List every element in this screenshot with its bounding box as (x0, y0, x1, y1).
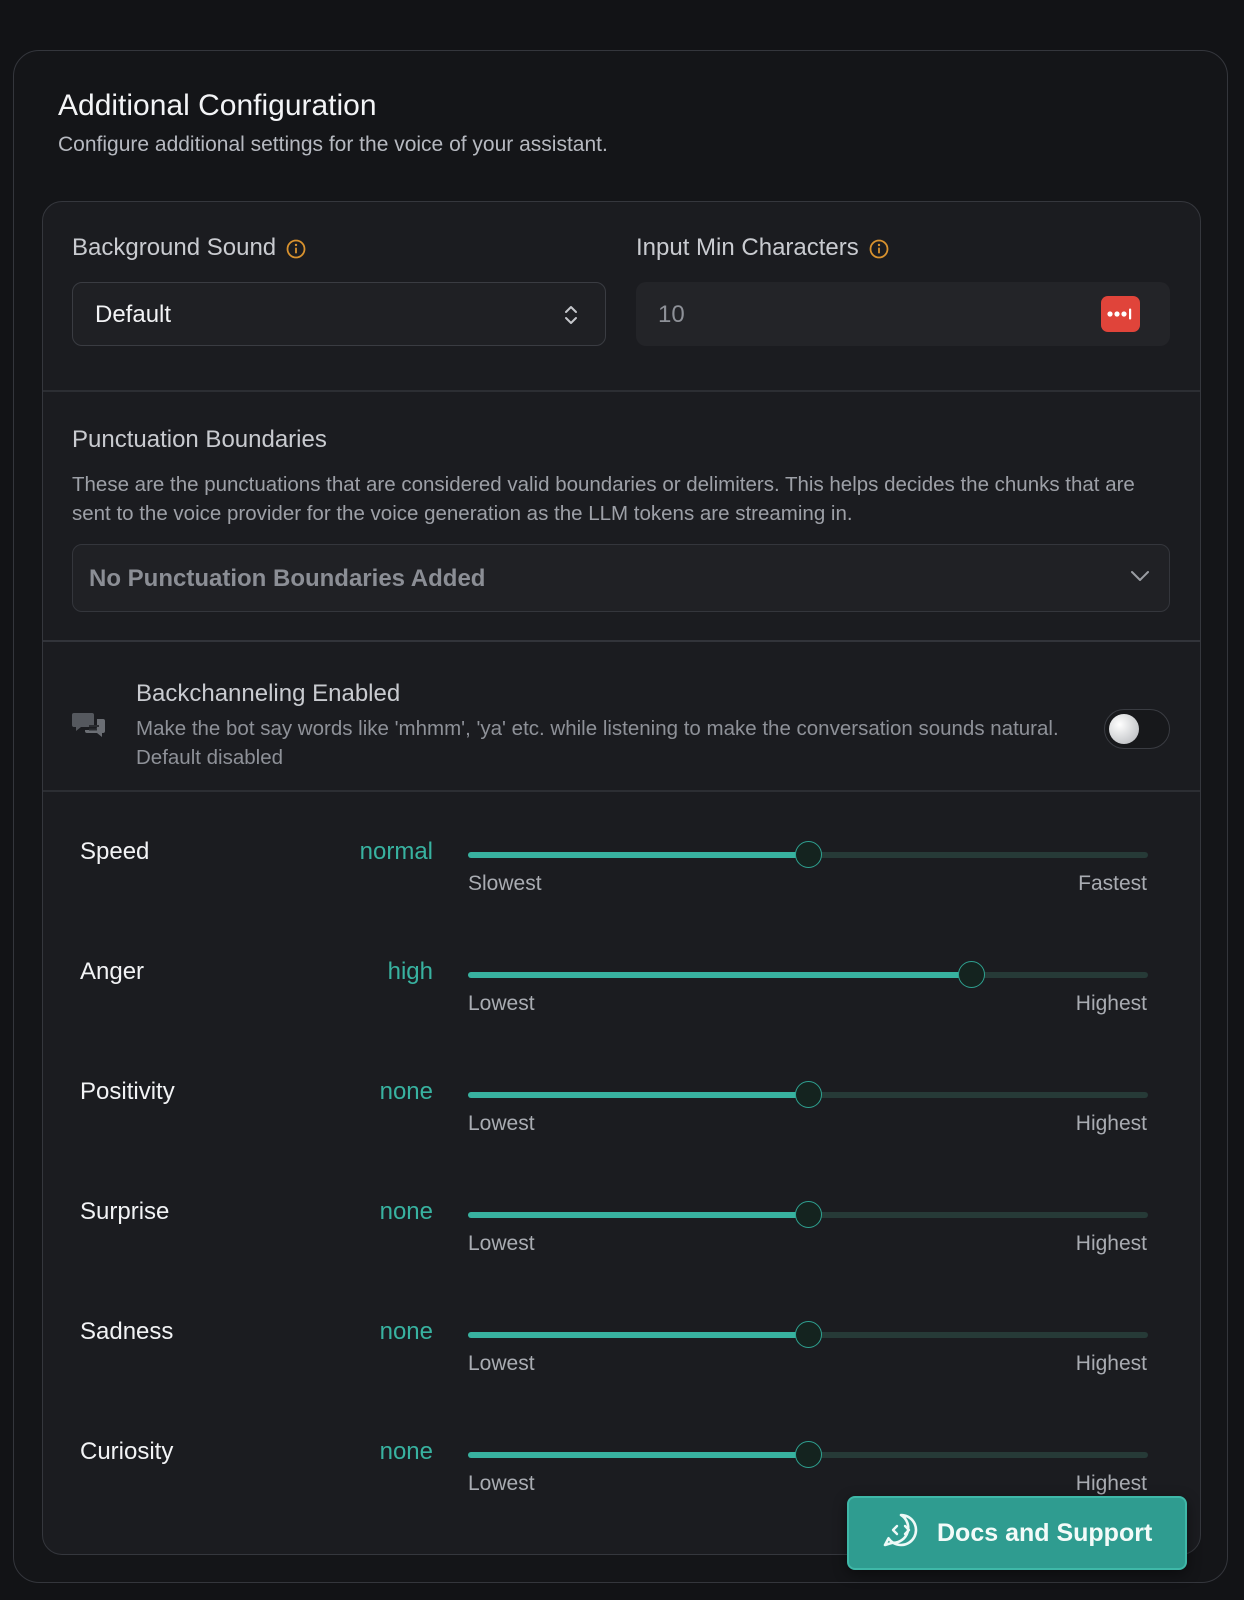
background-sound-value: Default (95, 301, 172, 328)
divider (43, 790, 1200, 792)
settings-panel: Background Sound Default Input Min Chara… (42, 201, 1201, 1555)
slider-fill (468, 1092, 808, 1098)
slider-fill (468, 1212, 808, 1218)
chevron-up-down-icon (563, 303, 579, 327)
input-min-characters-label-text: Input Min Characters (636, 234, 859, 261)
slider-track[interactable] (468, 841, 1148, 868)
slider-max-label: Highest (1075, 1112, 1147, 1135)
slider-min-label: Lowest (468, 1232, 535, 1255)
slider-row-anger: Anger high Lowest Highest (43, 958, 1200, 1068)
slider-label: Anger (80, 958, 145, 985)
slider-fill (468, 1332, 808, 1338)
slider-value: none (379, 1198, 433, 1225)
slider-label: Curiosity (80, 1438, 174, 1465)
slider-thumb[interactable] (958, 961, 986, 988)
page-subtitle: Configure additional settings for the vo… (58, 133, 608, 156)
info-icon[interactable] (286, 238, 306, 259)
slider-label: Surprise (80, 1198, 170, 1225)
slider-label: Sadness (80, 1318, 174, 1345)
slider-label: Speed (80, 838, 150, 865)
slider-max-label: Highest (1075, 1472, 1147, 1495)
slider-track[interactable] (468, 961, 1148, 988)
password-manager-icon[interactable] (1101, 296, 1140, 332)
slider-thumb[interactable] (795, 841, 822, 868)
slider-track[interactable] (468, 1441, 1148, 1468)
slider-value: none (379, 1318, 433, 1345)
slider-max-label: Highest (1075, 1232, 1147, 1255)
slider-label: Positivity (80, 1078, 175, 1105)
punctuation-boundaries-placeholder: No Punctuation Boundaries Added (89, 565, 486, 592)
slider-thumb[interactable] (795, 1441, 822, 1468)
backchanneling-title: Backchanneling Enabled (136, 680, 401, 707)
slider-value: none (379, 1078, 433, 1105)
slider-min-label: Lowest (468, 1472, 535, 1495)
backchanneling-toggle[interactable] (1104, 709, 1170, 749)
slider-track[interactable] (468, 1201, 1148, 1228)
additional-configuration-card: Additional Configuration Configure addit… (13, 50, 1228, 1583)
slider-row-positivity: Positivity none Lowest Highest (43, 1078, 1200, 1188)
punctuation-boundaries-description: These are the punctuations that are cons… (72, 473, 1135, 525)
slider-row-surprise: Surprise none Lowest Highest (43, 1198, 1200, 1308)
divider (43, 640, 1200, 642)
support-chat-icon (881, 1511, 921, 1556)
background-sound-label: Background Sound (72, 234, 306, 262)
slider-track[interactable] (468, 1321, 1148, 1348)
slider-thumb[interactable] (795, 1321, 822, 1348)
slider-thumb[interactable] (795, 1201, 822, 1228)
input-min-characters-label: Input Min Characters (636, 234, 889, 262)
slider-fill (468, 852, 808, 858)
docs-and-support-label: Docs and Support (937, 1518, 1153, 1547)
slider-value: high (387, 958, 433, 985)
input-min-characters-field[interactable]: 10 (636, 282, 1170, 346)
page-title: Additional Configuration (58, 89, 377, 122)
divider (43, 390, 1200, 392)
slider-min-label: Lowest (468, 1112, 535, 1135)
punctuation-boundaries-title: Punctuation Boundaries (72, 426, 327, 453)
slider-min-label: Slowest (468, 872, 542, 895)
slider-value: normal (359, 838, 433, 865)
background-sound-select[interactable]: Default (72, 282, 606, 346)
slider-max-label: Highest (1075, 1352, 1147, 1375)
toggle-knob (1109, 714, 1139, 744)
slider-row-sadness: Sadness none Lowest Highest (43, 1318, 1200, 1428)
slider-max-label: Fastest (1078, 872, 1147, 895)
info-icon[interactable] (869, 238, 889, 259)
background-sound-label-text: Background Sound (72, 234, 277, 261)
slider-track[interactable] (468, 1081, 1148, 1108)
slider-thumb[interactable] (795, 1081, 822, 1108)
backchanneling-description: Make the bot say words like 'mhmm', 'ya'… (136, 717, 1059, 769)
slider-fill (468, 1452, 808, 1458)
chevron-down-icon (1129, 569, 1151, 583)
slider-min-label: Lowest (468, 992, 535, 1015)
punctuation-boundaries-dropdown[interactable]: No Punctuation Boundaries Added (72, 544, 1170, 612)
slider-min-label: Lowest (468, 1352, 535, 1375)
input-min-characters-value: 10 (658, 301, 685, 328)
slider-max-label: Highest (1075, 992, 1147, 1015)
slider-value: none (379, 1438, 433, 1465)
docs-and-support-button[interactable]: Docs and Support (847, 1496, 1187, 1570)
slider-row-speed: Speed normal Slowest Fastest (43, 838, 1200, 948)
slider-fill (468, 972, 972, 978)
chat-bubbles-icon (72, 710, 106, 740)
